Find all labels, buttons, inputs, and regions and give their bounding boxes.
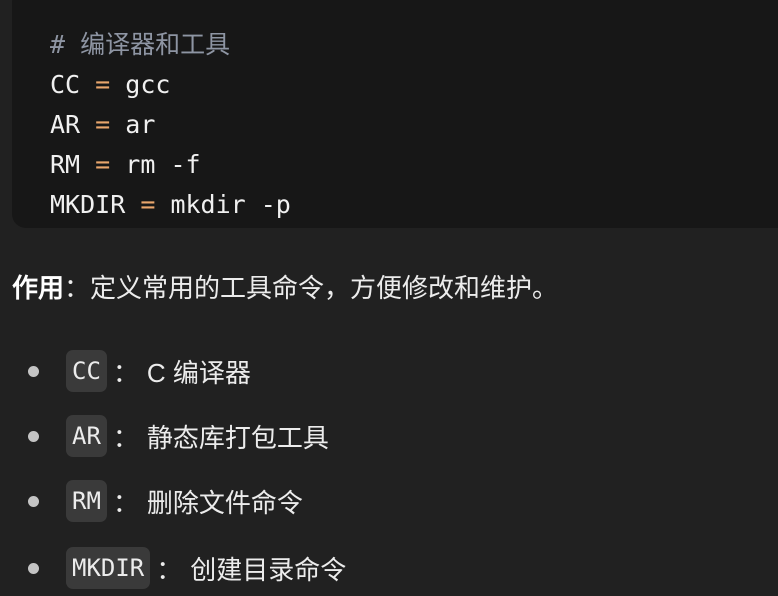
inline-code: RM [66, 480, 107, 522]
purpose-description: 作用：定义常用的工具命令，方便修改和维护。 [12, 268, 558, 308]
code-operator: = [95, 70, 111, 99]
inline-code: AR [66, 415, 107, 457]
code-value: ar [125, 110, 156, 139]
list-item: MKDIR ： 创建目录命令 [28, 545, 346, 591]
list-separator: ： [156, 554, 183, 585]
list-separator: ： [112, 357, 139, 388]
bullet-dot [28, 562, 39, 574]
code-operator: = [95, 110, 111, 139]
code-variable: AR [50, 110, 81, 139]
code-comment-line: # 编译器和工具 [50, 30, 231, 59]
code-variable: MKDIR [50, 190, 126, 219]
list-item: AR ： 静态库打包工具 [28, 413, 329, 459]
list-item-text: 创建目录命令 [190, 554, 347, 585]
purpose-separator: ： [64, 273, 91, 303]
list-separator: ： [112, 487, 139, 518]
list-item: CC ： C 编译器 [28, 348, 251, 394]
bullet-dot [28, 495, 39, 507]
code-operator: = [140, 190, 156, 219]
list-item-text: C 编译器 [146, 357, 251, 388]
inline-code: CC [66, 350, 107, 392]
code-value: mkdir -p [170, 190, 291, 219]
list-item-text: 静态库打包工具 [146, 422, 329, 453]
inline-code: MKDIR [66, 547, 151, 589]
purpose-label: 作用 [12, 273, 65, 303]
code-line-rm: RM = rm -f [50, 150, 201, 180]
list-separator: ： [112, 422, 139, 453]
code-value: gcc [125, 70, 171, 99]
list-item-text: 删除文件命令 [146, 487, 303, 518]
bullet-dot [28, 365, 39, 377]
bullet-dot [28, 430, 39, 442]
list-item: RM ： 删除文件命令 [28, 478, 303, 524]
code-block: # 编译器和工具 CC = gcc AR = ar RM = rm -f MKD… [12, 0, 778, 228]
code-variable: RM [50, 150, 81, 179]
code-line-mkdir: MKDIR = mkdir -p [50, 190, 291, 220]
code-value: rm -f [125, 150, 201, 179]
code-line-cc: CC = gcc [50, 70, 170, 100]
code-operator: = [95, 150, 111, 179]
code-line-ar: AR = ar [50, 110, 155, 140]
purpose-text: 定义常用的工具命令，方便修改和维护。 [90, 273, 559, 303]
code-variable: CC [50, 70, 81, 99]
